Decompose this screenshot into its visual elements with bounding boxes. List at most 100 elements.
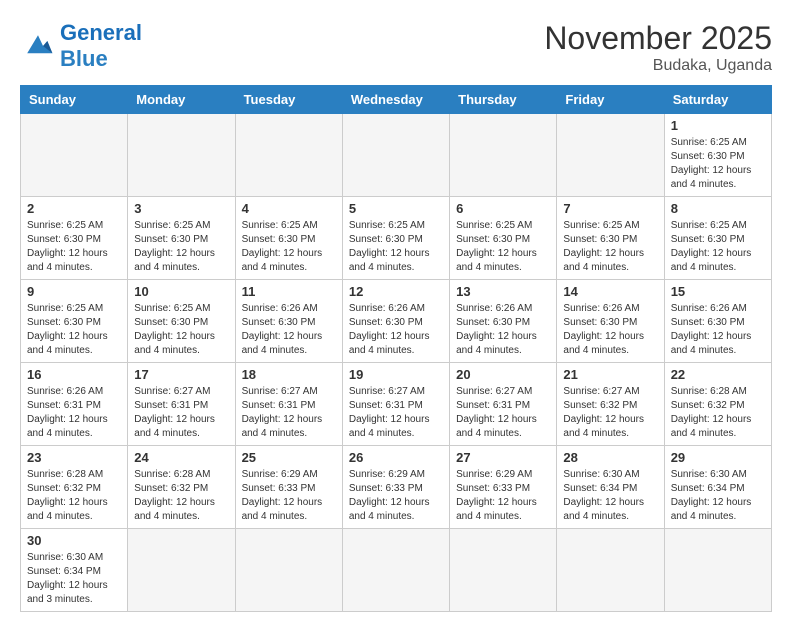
calendar-cell: 22 Sunrise: 6:28 AM Sunset: 6:32 PM Dayli… — [664, 363, 771, 446]
day-number: 7 — [563, 201, 657, 216]
calendar-cell: 29 Sunrise: 6:30 AM Sunset: 6:34 PM Dayli… — [664, 446, 771, 529]
day-number: 18 — [242, 367, 336, 382]
calendar-cell — [450, 114, 557, 197]
calendar-table: SundayMondayTuesdayWednesdayThursdayFrid… — [20, 85, 772, 612]
day-info: Sunrise: 6:25 AM Sunset: 6:30 PM Dayligh… — [134, 219, 228, 275]
day-number: 2 — [27, 201, 121, 216]
day-info: Sunrise: 6:28 AM Sunset: 6:32 PM Dayligh… — [671, 385, 765, 441]
logo: GeneralBlue — [20, 20, 142, 72]
day-header-monday: Monday — [128, 86, 235, 114]
day-number: 23 — [27, 450, 121, 465]
day-info: Sunrise: 6:26 AM Sunset: 6:30 PM Dayligh… — [242, 302, 336, 358]
calendar-cell — [235, 114, 342, 197]
day-info: Sunrise: 6:27 AM Sunset: 6:31 PM Dayligh… — [242, 385, 336, 441]
day-number: 8 — [671, 201, 765, 216]
calendar-week-row: 2 Sunrise: 6:25 AM Sunset: 6:30 PM Daylig… — [21, 197, 772, 280]
day-header-wednesday: Wednesday — [342, 86, 449, 114]
logo-icon — [20, 28, 56, 64]
day-info: Sunrise: 6:25 AM Sunset: 6:30 PM Dayligh… — [456, 219, 550, 275]
day-number: 20 — [456, 367, 550, 382]
day-info: Sunrise: 6:25 AM Sunset: 6:30 PM Dayligh… — [27, 219, 121, 275]
calendar-cell: 4 Sunrise: 6:25 AM Sunset: 6:30 PM Daylig… — [235, 197, 342, 280]
calendar-cell: 28 Sunrise: 6:30 AM Sunset: 6:34 PM Dayli… — [557, 446, 664, 529]
calendar-cell: 19 Sunrise: 6:27 AM Sunset: 6:31 PM Dayli… — [342, 363, 449, 446]
day-info: Sunrise: 6:27 AM Sunset: 6:31 PM Dayligh… — [349, 385, 443, 441]
day-info: Sunrise: 6:26 AM Sunset: 6:30 PM Dayligh… — [563, 302, 657, 358]
day-info: Sunrise: 6:29 AM Sunset: 6:33 PM Dayligh… — [456, 468, 550, 524]
day-info: Sunrise: 6:26 AM Sunset: 6:31 PM Dayligh… — [27, 385, 121, 441]
day-number: 5 — [349, 201, 443, 216]
logo-text: GeneralBlue — [60, 20, 142, 71]
calendar-cell: 5 Sunrise: 6:25 AM Sunset: 6:30 PM Daylig… — [342, 197, 449, 280]
day-number: 4 — [242, 201, 336, 216]
calendar-cell: 3 Sunrise: 6:25 AM Sunset: 6:30 PM Daylig… — [128, 197, 235, 280]
page-header: GeneralBlue November 2025 Budaka, Uganda — [20, 20, 772, 75]
day-number: 27 — [456, 450, 550, 465]
calendar-cell — [450, 529, 557, 612]
calendar-cell: 1Sunrise: 6:25 AM Sunset: 6:30 PM Daylig… — [664, 114, 771, 197]
day-info: Sunrise: 6:25 AM Sunset: 6:30 PM Dayligh… — [671, 219, 765, 275]
day-number: 28 — [563, 450, 657, 465]
calendar-week-row: 9Sunrise: 6:25 AM Sunset: 6:30 PM Daylig… — [21, 280, 772, 363]
day-header-friday: Friday — [557, 86, 664, 114]
day-header-saturday: Saturday — [664, 86, 771, 114]
day-info: Sunrise: 6:25 AM Sunset: 6:30 PM Dayligh… — [242, 219, 336, 275]
day-number: 1 — [671, 118, 765, 133]
day-info: Sunrise: 6:26 AM Sunset: 6:30 PM Dayligh… — [456, 302, 550, 358]
day-info: Sunrise: 6:25 AM Sunset: 6:30 PM Dayligh… — [349, 219, 443, 275]
day-info: Sunrise: 6:30 AM Sunset: 6:34 PM Dayligh… — [27, 551, 121, 607]
day-info: Sunrise: 6:28 AM Sunset: 6:32 PM Dayligh… — [27, 468, 121, 524]
title-block: November 2025 Budaka, Uganda — [544, 20, 772, 75]
day-info: Sunrise: 6:27 AM Sunset: 6:31 PM Dayligh… — [456, 385, 550, 441]
calendar-cell: 26 Sunrise: 6:29 AM Sunset: 6:33 PM Dayli… — [342, 446, 449, 529]
day-number: 6 — [456, 201, 550, 216]
calendar-week-row: 23 Sunrise: 6:28 AM Sunset: 6:32 PM Dayli… — [21, 446, 772, 529]
calendar-week-row: 16Sunrise: 6:26 AM Sunset: 6:31 PM Dayli… — [21, 363, 772, 446]
calendar-cell: 20 Sunrise: 6:27 AM Sunset: 6:31 PM Dayli… — [450, 363, 557, 446]
location-label: Budaka, Uganda — [544, 57, 772, 75]
calendar-cell — [128, 529, 235, 612]
day-number: 26 — [349, 450, 443, 465]
day-number: 29 — [671, 450, 765, 465]
day-number: 3 — [134, 201, 228, 216]
calendar-cell: 9Sunrise: 6:25 AM Sunset: 6:30 PM Daylig… — [21, 280, 128, 363]
day-number: 19 — [349, 367, 443, 382]
calendar-cell: 12 Sunrise: 6:26 AM Sunset: 6:30 PM Dayli… — [342, 280, 449, 363]
day-info: Sunrise: 6:30 AM Sunset: 6:34 PM Dayligh… — [563, 468, 657, 524]
day-info: Sunrise: 6:26 AM Sunset: 6:30 PM Dayligh… — [671, 302, 765, 358]
calendar-cell — [21, 114, 128, 197]
calendar-cell: 15Sunrise: 6:26 AM Sunset: 6:30 PM Dayli… — [664, 280, 771, 363]
day-info: Sunrise: 6:26 AM Sunset: 6:30 PM Dayligh… — [349, 302, 443, 358]
day-number: 9 — [27, 284, 121, 299]
calendar-cell: 7Sunrise: 6:25 AM Sunset: 6:30 PM Daylig… — [557, 197, 664, 280]
day-header-sunday: Sunday — [21, 86, 128, 114]
day-header-tuesday: Tuesday — [235, 86, 342, 114]
calendar-cell: 24Sunrise: 6:28 AM Sunset: 6:32 PM Dayli… — [128, 446, 235, 529]
day-number: 13 — [456, 284, 550, 299]
calendar-cell: 2 Sunrise: 6:25 AM Sunset: 6:30 PM Daylig… — [21, 197, 128, 280]
calendar-cell — [342, 114, 449, 197]
day-info: Sunrise: 6:28 AM Sunset: 6:32 PM Dayligh… — [134, 468, 228, 524]
day-info: Sunrise: 6:29 AM Sunset: 6:33 PM Dayligh… — [349, 468, 443, 524]
day-info: Sunrise: 6:27 AM Sunset: 6:31 PM Dayligh… — [134, 385, 228, 441]
day-number: 21 — [563, 367, 657, 382]
calendar-cell: 14Sunrise: 6:26 AM Sunset: 6:30 PM Dayli… — [557, 280, 664, 363]
calendar-cell — [342, 529, 449, 612]
day-info: Sunrise: 6:30 AM Sunset: 6:34 PM Dayligh… — [671, 468, 765, 524]
calendar-week-row: 1Sunrise: 6:25 AM Sunset: 6:30 PM Daylig… — [21, 114, 772, 197]
calendar-cell — [128, 114, 235, 197]
calendar-cell: 21Sunrise: 6:27 AM Sunset: 6:32 PM Dayli… — [557, 363, 664, 446]
day-number: 30 — [27, 533, 121, 548]
calendar-cell: 6 Sunrise: 6:25 AM Sunset: 6:30 PM Daylig… — [450, 197, 557, 280]
calendar-week-row: 30 Sunrise: 6:30 AM Sunset: 6:34 PM Dayli… — [21, 529, 772, 612]
calendar-cell: 16Sunrise: 6:26 AM Sunset: 6:31 PM Dayli… — [21, 363, 128, 446]
day-header-thursday: Thursday — [450, 86, 557, 114]
day-number: 22 — [671, 367, 765, 382]
calendar-cell — [235, 529, 342, 612]
day-number: 12 — [349, 284, 443, 299]
calendar-header-row: SundayMondayTuesdayWednesdayThursdayFrid… — [21, 86, 772, 114]
calendar-cell: 25Sunrise: 6:29 AM Sunset: 6:33 PM Dayli… — [235, 446, 342, 529]
calendar-cell — [557, 529, 664, 612]
calendar-cell — [557, 114, 664, 197]
calendar-cell: 18 Sunrise: 6:27 AM Sunset: 6:31 PM Dayli… — [235, 363, 342, 446]
